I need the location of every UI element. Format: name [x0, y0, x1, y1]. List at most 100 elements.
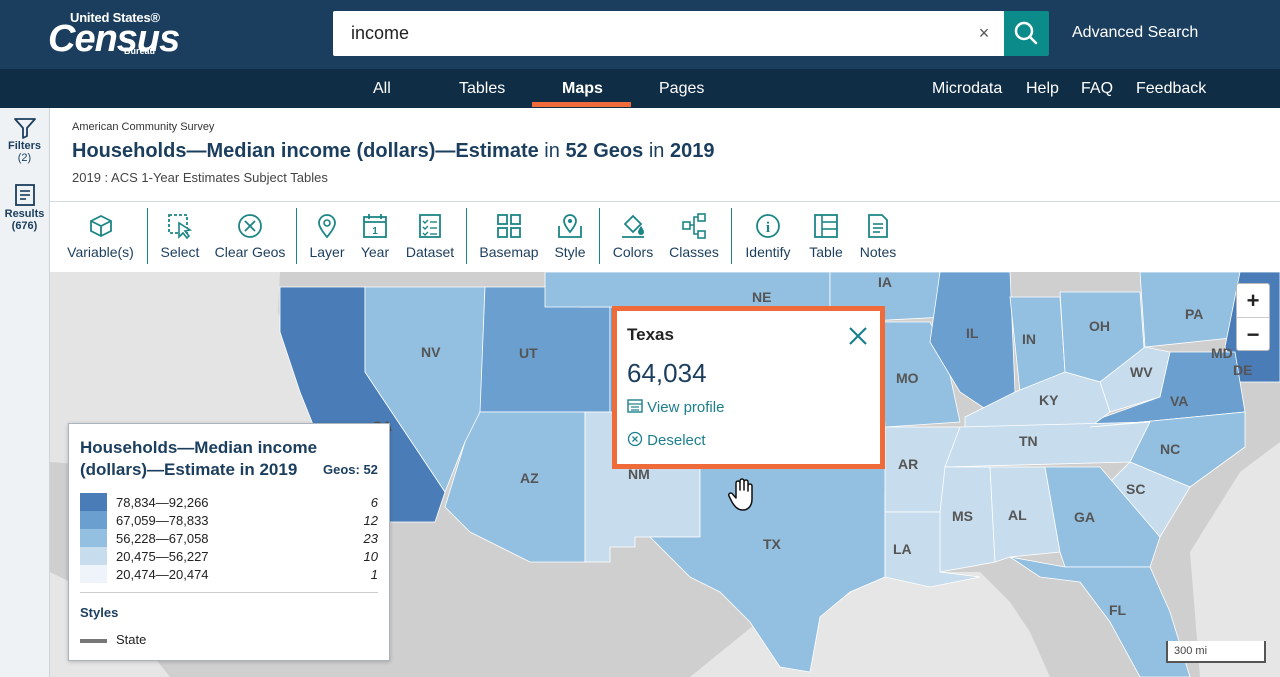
- results-count: (676): [11, 220, 38, 232]
- hand-cursor-icon: [728, 478, 753, 511]
- search-button[interactable]: [1004, 11, 1049, 56]
- divider: [50, 201, 1280, 202]
- legend-range: 78,834—92,266: [116, 495, 209, 510]
- state-label-ut: UT: [519, 345, 538, 361]
- state-label-ne: NE: [752, 289, 772, 305]
- zoom-out-button[interactable]: −: [1237, 318, 1269, 351]
- map-style-icon: [558, 214, 582, 238]
- select-button[interactable]: Select: [156, 210, 204, 265]
- notes-icon: [868, 214, 888, 238]
- nav-microdata[interactable]: Microdata: [932, 80, 1002, 98]
- state-label-tn: TN: [1019, 433, 1038, 449]
- title-variable: Households—Median income (dollars)—Estim…: [72, 140, 539, 162]
- state-label-md: MD: [1211, 345, 1233, 361]
- state-label-ms: MS: [952, 508, 973, 524]
- results-icon: [14, 184, 35, 206]
- tab-maps[interactable]: Maps: [562, 80, 603, 98]
- popup-state-name: Texas: [627, 325, 674, 344]
- legend-swatch: [80, 511, 107, 529]
- basemap-label: Basemap: [479, 244, 539, 260]
- nav-faq[interactable]: FAQ: [1081, 80, 1113, 98]
- search-input[interactable]: [333, 11, 953, 56]
- clear-circle-icon: [238, 214, 262, 238]
- layer-button[interactable]: Layer: [306, 210, 348, 265]
- state-label-il: IL: [966, 325, 979, 341]
- map-legend: Households—Median income (dollars)—Estim…: [68, 423, 390, 661]
- table-icon: [814, 214, 838, 238]
- dataset-label: Dataset: [405, 244, 455, 260]
- state-label-va: VA: [1170, 393, 1189, 409]
- title-year: 2019: [669, 140, 715, 162]
- state-label-wv: WV: [1130, 364, 1153, 380]
- state-label-nc: NC: [1160, 441, 1181, 457]
- search-icon: [1014, 21, 1038, 45]
- results-button[interactable]: Results (676): [0, 182, 49, 232]
- table-button[interactable]: Table: [806, 210, 846, 265]
- basemap-button[interactable]: Basemap: [478, 210, 540, 265]
- layer-label: Layer: [309, 244, 345, 260]
- deselect-link[interactable]: Deselect: [627, 431, 706, 449]
- view-profile-link[interactable]: View profile: [627, 399, 724, 416]
- scale-bar: 300 mi: [1166, 641, 1266, 663]
- toolbar-separator: [731, 208, 732, 264]
- page-title: Households—Median income (dollars)—Estim…: [72, 140, 714, 163]
- title-in-1: in: [538, 140, 566, 162]
- select-label: Select: [160, 244, 200, 260]
- legend-styles-heading: Styles: [80, 605, 119, 620]
- site-header: United States® Census Bureau × Advanced …: [0, 0, 1280, 69]
- filters-button[interactable]: Filters (2): [0, 116, 49, 164]
- legend-style-state: State: [116, 632, 147, 647]
- cube-icon: [89, 214, 112, 238]
- legend-row: 56,228—67,058 23: [80, 529, 378, 547]
- state-label-tx: TX: [763, 536, 781, 552]
- state-label-de: DE: [1233, 362, 1253, 378]
- table-label: Table: [809, 244, 843, 260]
- tab-all[interactable]: All: [373, 80, 391, 98]
- notes-button[interactable]: Notes: [856, 210, 900, 265]
- advanced-search-link[interactable]: Advanced Search: [1072, 24, 1198, 42]
- state-label-ia: IA: [878, 274, 892, 290]
- view-profile-label: View profile: [647, 399, 725, 416]
- active-tab-indicator: [532, 102, 631, 107]
- title-in-2: in: [643, 140, 670, 162]
- year-label: Year: [360, 244, 390, 260]
- legend-divider: [80, 592, 378, 593]
- side-rail: Filters (2) Results (676): [0, 108, 50, 677]
- svg-text:i: i: [766, 220, 770, 236]
- legend-count: 10: [363, 549, 378, 564]
- state-style-line: [80, 639, 107, 643]
- legend-row: 67,059—78,833 12: [80, 511, 378, 529]
- legend-range: 56,228—67,058: [116, 531, 209, 546]
- clear-search-icon[interactable]: ×: [973, 22, 995, 44]
- colors-label: Colors: [612, 244, 654, 260]
- legend-range: 67,059—78,833: [116, 513, 209, 528]
- deselect-circle-icon: [627, 431, 643, 447]
- classes-button[interactable]: Classes: [668, 210, 720, 265]
- zoom-in-button[interactable]: +: [1237, 284, 1269, 318]
- zoom-control: + −: [1236, 283, 1270, 351]
- tab-pages[interactable]: Pages: [659, 80, 704, 98]
- calendar-icon: 1: [363, 214, 387, 238]
- checklist-icon: [419, 214, 441, 238]
- tab-tables[interactable]: Tables: [459, 80, 505, 98]
- identify-popup: Texas 64,034 View profile Deselect: [612, 306, 885, 469]
- clear-geos-button[interactable]: Clear Geos: [214, 210, 286, 265]
- identify-button[interactable]: i Identify: [742, 210, 794, 265]
- state-label-ky: KY: [1039, 392, 1059, 408]
- legend-range: 20,474—20,474: [116, 567, 209, 582]
- legend-count: 6: [370, 495, 378, 510]
- dataset-button[interactable]: Dataset: [404, 210, 456, 265]
- year-button[interactable]: 1 Year: [356, 210, 394, 265]
- deselect-label: Deselect: [647, 432, 706, 449]
- main-nav: All Tables Maps Pages Microdata Help FAQ…: [0, 69, 1280, 108]
- state-label-ar: AR: [898, 456, 919, 472]
- nav-help[interactable]: Help: [1026, 80, 1059, 98]
- nav-feedback[interactable]: Feedback: [1136, 80, 1206, 98]
- map-pin-icon: [318, 214, 336, 239]
- colors-button[interactable]: Colors: [610, 210, 656, 265]
- close-icon[interactable]: [847, 325, 869, 347]
- style-button[interactable]: Style: [550, 210, 590, 265]
- legend-swatch: [80, 565, 107, 583]
- paint-bucket-icon: [622, 214, 644, 238]
- variables-button[interactable]: Variable(s): [62, 210, 139, 265]
